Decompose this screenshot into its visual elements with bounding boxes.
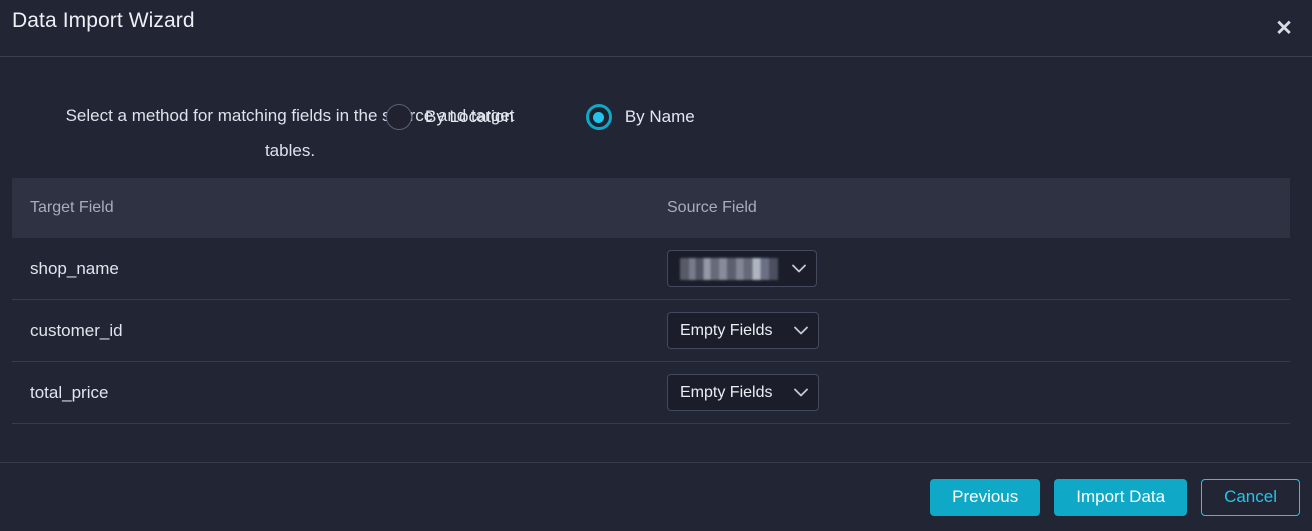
match-method-radio-group: By Location By Name	[386, 104, 695, 130]
table-header-row: Target Field Source Field	[12, 178, 1290, 238]
source-field-cell: Empty Fields	[667, 312, 1290, 349]
radio-button-by-name[interactable]	[585, 104, 612, 130]
radio-selected-dot	[593, 111, 605, 123]
window-titlebar: Data Import Wizard ✕	[0, 0, 1312, 57]
radio-button-by-location[interactable]	[386, 104, 412, 130]
chevron-down-icon	[794, 326, 808, 335]
target-field-name: total_price	[30, 382, 109, 402]
chevron-down-icon	[794, 388, 808, 397]
close-icon[interactable]: ✕	[1262, 6, 1306, 50]
cancel-button[interactable]: Cancel	[1201, 478, 1300, 516]
source-field-dropdown-customer-id[interactable]: Empty Fields	[667, 312, 819, 349]
column-header-source-field: Source Field	[667, 199, 757, 216]
table-row: shop_name	[12, 238, 1290, 300]
dropdown-value: Empty Fields	[680, 383, 773, 401]
import-data-button[interactable]: Import Data	[1054, 478, 1188, 516]
chevron-down-icon	[792, 264, 806, 273]
redacted-value	[680, 257, 778, 280]
match-method-section: Select a method for matching fields in t…	[0, 58, 1312, 176]
target-field-name: customer_id	[30, 320, 123, 340]
dropdown-value: Empty Fields	[680, 321, 773, 339]
target-field-name: shop_name	[30, 258, 119, 278]
column-header-target-field: Target Field	[30, 199, 114, 216]
table-row: customer_id Empty Fields	[12, 300, 1290, 362]
radio-option-by-location[interactable]: By Location	[386, 104, 514, 130]
window-title: Data Import Wizard	[12, 9, 195, 32]
source-field-cell: Empty Fields	[667, 374, 1290, 411]
table-row: total_price Empty Fields	[12, 362, 1290, 424]
field-mapping-table: Target Field Source Field shop_name cust…	[12, 178, 1290, 424]
radio-label-by-location: By Location	[425, 107, 514, 126]
previous-button[interactable]: Previous	[930, 478, 1041, 516]
dialog-footer: Previous Import Data Cancel	[0, 463, 1312, 531]
radio-label-by-name: By Name	[624, 107, 695, 126]
source-field-dropdown-total-price[interactable]: Empty Fields	[667, 374, 819, 411]
source-field-dropdown-shop-name[interactable]	[667, 250, 817, 287]
radio-option-by-name[interactable]: By Name	[585, 104, 695, 130]
source-field-cell	[667, 250, 1290, 287]
